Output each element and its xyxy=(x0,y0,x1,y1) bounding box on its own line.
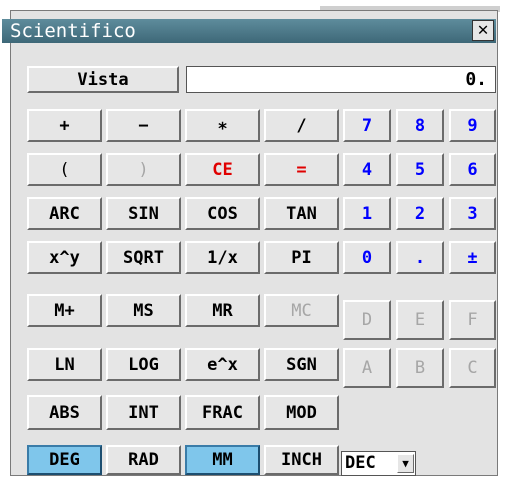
sin-button[interactable]: SIN xyxy=(106,197,181,230)
open-paren-button[interactable]: ( xyxy=(27,153,102,186)
vista-button[interactable]: Vista xyxy=(27,66,179,93)
pi-button[interactable]: PI xyxy=(264,241,339,274)
digit-8-button[interactable]: 8 xyxy=(396,109,444,142)
plus-button[interactable]: + xyxy=(27,109,102,142)
minus-button[interactable]: − xyxy=(106,109,181,142)
result-display: 0. xyxy=(186,66,496,93)
int-button[interactable]: INT xyxy=(106,395,181,430)
clear-entry-button[interactable]: CE xyxy=(185,153,260,186)
sign-button[interactable]: SGN xyxy=(264,348,339,381)
memory-add-button[interactable]: M+ xyxy=(27,294,102,327)
memory-recall-button[interactable]: MR xyxy=(185,294,260,327)
hex-b-button[interactable]: B xyxy=(396,348,444,388)
close-button[interactable]: ✕ xyxy=(472,20,494,41)
hex-c-button[interactable]: C xyxy=(449,348,496,388)
mm-unit-button[interactable]: MM xyxy=(185,445,260,475)
abs-button[interactable]: ABS xyxy=(27,395,102,430)
deg-mode-button[interactable]: DEG xyxy=(27,445,102,475)
digit-6-button[interactable]: 6 xyxy=(449,153,496,186)
close-paren-button[interactable]: ) xyxy=(106,153,181,186)
power-button[interactable]: x^y xyxy=(27,241,102,274)
decimal-point-button[interactable]: . xyxy=(396,241,444,274)
mod-button[interactable]: MOD xyxy=(264,395,339,430)
window-title: Scientifico xyxy=(10,20,136,42)
cos-button[interactable]: COS xyxy=(185,197,260,230)
hex-f-button[interactable]: F xyxy=(449,300,496,340)
exp-button[interactable]: e^x xyxy=(185,348,260,381)
close-icon: ✕ xyxy=(477,19,489,40)
chevron-down-icon[interactable]: ▼ xyxy=(397,454,414,473)
hex-d-button[interactable]: D xyxy=(343,300,391,340)
digit-0-button[interactable]: 0 xyxy=(343,241,391,274)
reciprocal-button[interactable]: 1/x xyxy=(185,241,260,274)
plus-minus-button[interactable]: ± xyxy=(449,241,496,274)
number-base-value: DEC xyxy=(345,453,376,473)
ln-button[interactable]: LN xyxy=(27,348,102,381)
digit-2-button[interactable]: 2 xyxy=(396,197,444,230)
multiply-button[interactable]: ∗ xyxy=(185,109,260,142)
number-base-select[interactable]: DEC ▼ xyxy=(341,451,416,476)
digit-7-button[interactable]: 7 xyxy=(343,109,391,142)
log-button[interactable]: LOG xyxy=(106,348,181,381)
arc-button[interactable]: ARC xyxy=(27,197,102,230)
title-bar[interactable]: Scientifico ✕ xyxy=(2,19,496,43)
sqrt-button[interactable]: SQRT xyxy=(106,241,181,274)
tan-button[interactable]: TAN xyxy=(264,197,339,230)
digit-9-button[interactable]: 9 xyxy=(449,109,496,142)
equals-button[interactable]: = xyxy=(264,153,339,186)
hex-e-button[interactable]: E xyxy=(396,300,444,340)
memory-clear-button[interactable]: MC xyxy=(264,294,339,327)
digit-1-button[interactable]: 1 xyxy=(343,197,391,230)
divide-button[interactable]: / xyxy=(264,109,339,142)
memory-store-button[interactable]: MS xyxy=(106,294,181,327)
inch-unit-button[interactable]: INCH xyxy=(264,445,339,475)
hex-a-button[interactable]: A xyxy=(343,348,391,388)
digit-4-button[interactable]: 4 xyxy=(343,153,391,186)
frac-button[interactable]: FRAC xyxy=(185,395,260,430)
rad-mode-button[interactable]: RAD xyxy=(106,445,181,475)
digit-3-button[interactable]: 3 xyxy=(449,197,496,230)
digit-5-button[interactable]: 5 xyxy=(396,153,444,186)
